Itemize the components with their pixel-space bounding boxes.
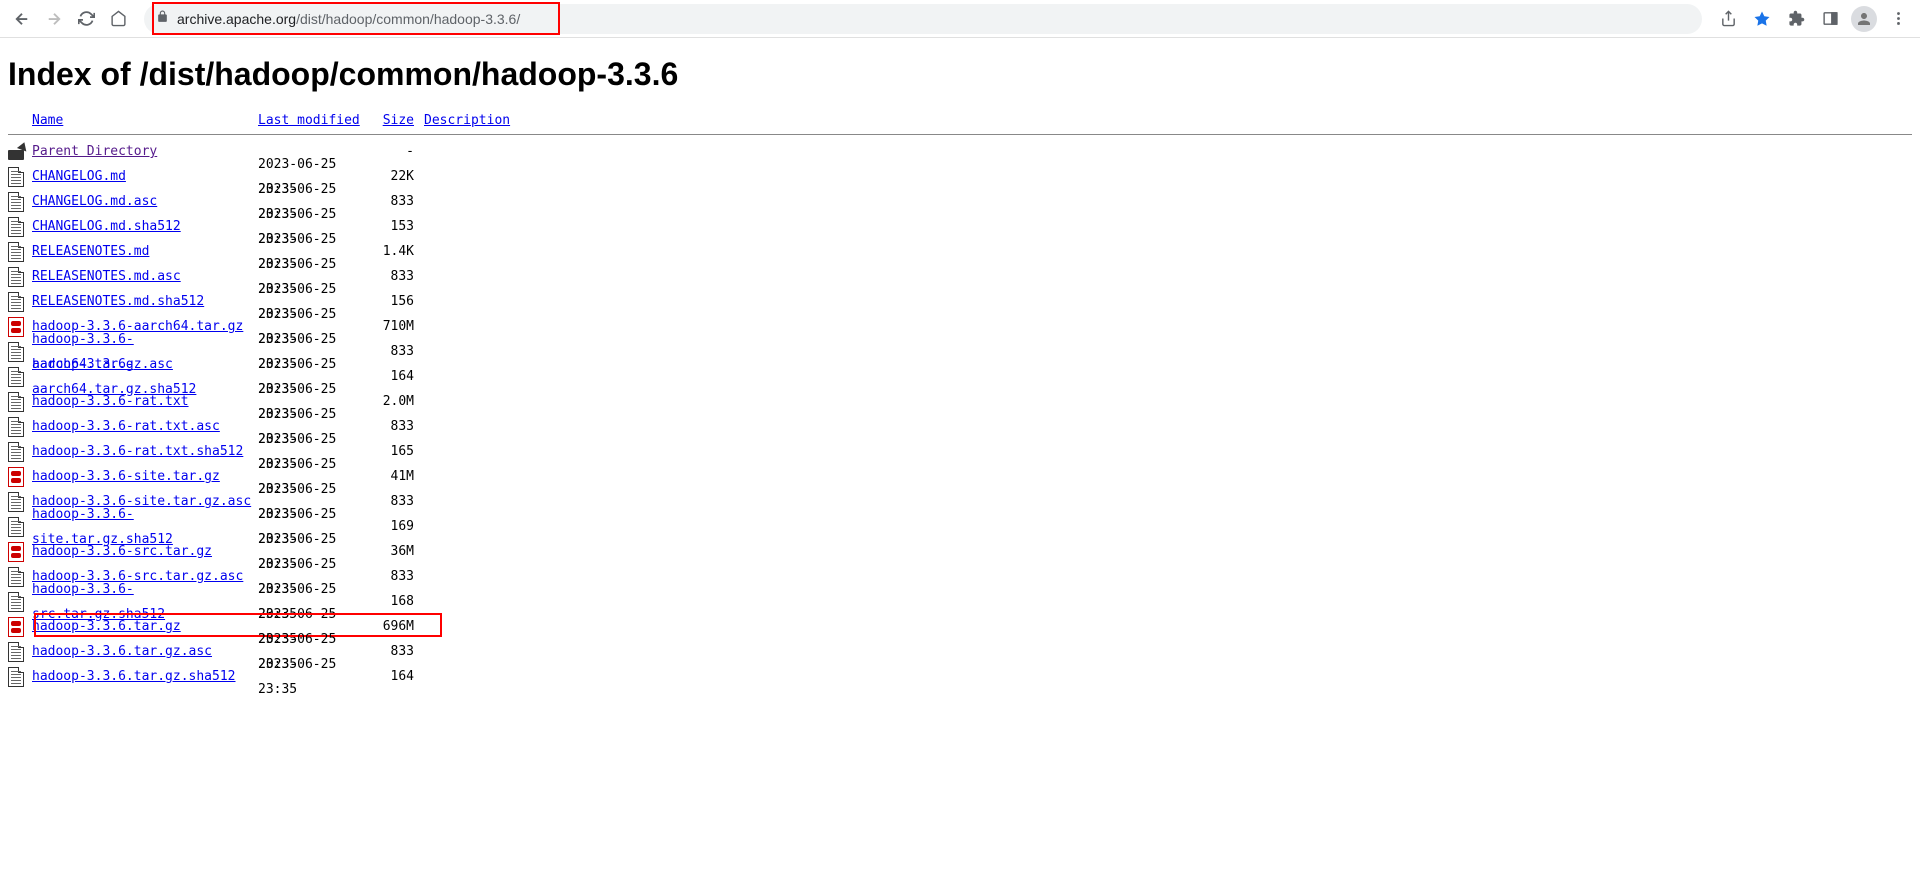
- file-size: 156: [378, 289, 414, 314]
- sort-description[interactable]: Description: [424, 113, 510, 128]
- file-size: 2.0M: [378, 389, 414, 414]
- file-row: hadoop-3.3.6.tar.gz.sha512 2023-06-25 23…: [8, 664, 1912, 689]
- page-content: Index of /dist/hadoop/common/hadoop-3.3.…: [0, 38, 1920, 697]
- file-size: 164: [378, 664, 414, 689]
- file-link[interactable]: hadoop-3.3.6-rat.txt.asc: [32, 419, 220, 434]
- file-size: 833: [378, 489, 414, 514]
- file-size: 833: [378, 639, 414, 664]
- file-size: 833: [378, 264, 414, 289]
- archive-file-icon: [8, 317, 24, 337]
- forward-button[interactable]: [40, 5, 68, 33]
- browser-toolbar: archive.apache.org/dist/hadoop/common/ha…: [0, 0, 1920, 38]
- home-button[interactable]: [104, 5, 132, 33]
- directory-listing: Name Last modified Size Description Pare…: [8, 113, 1912, 689]
- text-file-icon: [8, 642, 24, 662]
- text-file-icon: [8, 367, 24, 387]
- listing-header: Name Last modified Size Description: [8, 113, 1912, 132]
- file-size: 41M: [378, 464, 414, 489]
- back-button[interactable]: [8, 5, 36, 33]
- share-icon[interactable]: [1714, 5, 1742, 33]
- text-file-icon: [8, 192, 24, 212]
- parent-directory-link[interactable]: Parent Directory: [32, 144, 157, 159]
- file-size: 36M: [378, 539, 414, 564]
- text-file-icon: [8, 217, 24, 237]
- file-size: 833: [378, 339, 414, 364]
- archive-file-icon: [8, 617, 24, 637]
- bookmark-star-icon[interactable]: [1748, 5, 1776, 33]
- reload-button[interactable]: [72, 5, 100, 33]
- file-link[interactable]: RELEASENOTES.md.asc: [32, 269, 181, 284]
- text-file-icon: [8, 242, 24, 262]
- profile-avatar[interactable]: [1850, 5, 1878, 33]
- sort-name[interactable]: Name: [32, 113, 63, 128]
- file-link[interactable]: hadoop-3.3.6-rat.txt.sha512: [32, 444, 243, 459]
- text-file-icon: [8, 167, 24, 187]
- header-divider: [8, 134, 1912, 135]
- file-link[interactable]: hadoop-3.3.6.tar.gz: [32, 619, 181, 634]
- file-link[interactable]: CHANGELOG.md.asc: [32, 194, 157, 209]
- file-size: 710M: [378, 314, 414, 339]
- toolbar-right: [1714, 5, 1912, 33]
- file-size: 833: [378, 189, 414, 214]
- file-size: 153: [378, 214, 414, 239]
- text-file-icon: [8, 492, 24, 512]
- file-size: 169: [378, 514, 414, 539]
- page-title: Index of /dist/hadoop/common/hadoop-3.3.…: [8, 56, 1912, 93]
- text-file-icon: [8, 342, 24, 362]
- text-file-icon: [8, 292, 24, 312]
- file-size: 696M: [378, 614, 414, 639]
- text-file-icon: [8, 267, 24, 287]
- menu-icon[interactable]: [1884, 5, 1912, 33]
- file-size: 164: [378, 364, 414, 389]
- file-link[interactable]: hadoop-3.3.6-site.tar.gz: [32, 469, 220, 484]
- file-link[interactable]: RELEASENOTES.md.sha512: [32, 294, 204, 309]
- url-text: archive.apache.org/dist/hadoop/common/ha…: [177, 11, 520, 27]
- file-link[interactable]: hadoop-3.3.6-rat.txt: [32, 394, 189, 409]
- parent-dir-icon: [8, 144, 28, 160]
- sort-size[interactable]: Size: [383, 113, 414, 128]
- file-size: 833: [378, 414, 414, 439]
- lock-icon: [156, 10, 169, 28]
- file-size: 1.4K: [378, 239, 414, 264]
- sort-modified[interactable]: Last modified: [258, 113, 360, 128]
- archive-file-icon: [8, 542, 24, 562]
- text-file-icon: [8, 592, 24, 612]
- file-size: 165: [378, 439, 414, 464]
- file-link[interactable]: CHANGELOG.md.sha512: [32, 219, 181, 234]
- file-size: 22K: [378, 164, 414, 189]
- file-link[interactable]: CHANGELOG.md: [32, 169, 126, 184]
- text-file-icon: [8, 567, 24, 587]
- side-panel-icon[interactable]: [1816, 5, 1844, 33]
- text-file-icon: [8, 667, 24, 687]
- archive-file-icon: [8, 467, 24, 487]
- file-link[interactable]: hadoop-3.3.6-src.tar.gz: [32, 544, 212, 559]
- file-size: 833: [378, 564, 414, 589]
- text-file-icon: [8, 442, 24, 462]
- file-link[interactable]: RELEASENOTES.md: [32, 244, 149, 259]
- file-link[interactable]: hadoop-3.3.6.tar.gz.sha512: [32, 669, 236, 684]
- extensions-icon[interactable]: [1782, 5, 1810, 33]
- address-bar[interactable]: archive.apache.org/dist/hadoop/common/ha…: [144, 4, 1702, 34]
- parent-size: -: [378, 139, 414, 164]
- file-link[interactable]: hadoop-3.3.6.tar.gz.asc: [32, 644, 212, 659]
- file-size: 168: [378, 589, 414, 614]
- text-file-icon: [8, 417, 24, 437]
- file-modified: 2023-06-25 23:35: [258, 652, 378, 702]
- text-file-icon: [8, 392, 24, 412]
- text-file-icon: [8, 517, 24, 537]
